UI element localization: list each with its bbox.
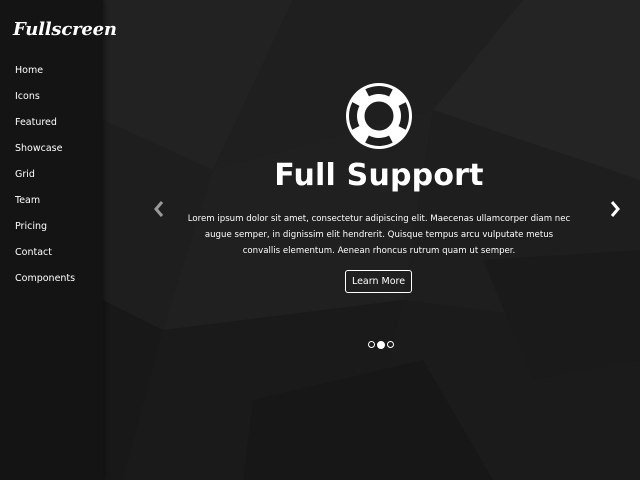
sidebar-item-components[interactable]: Components: [0, 266, 103, 292]
brand-logo[interactable]: Fullscreen: [13, 19, 117, 40]
carousel-dot-3[interactable]: [387, 341, 394, 348]
sidebar-item-icons[interactable]: Icons: [0, 84, 103, 110]
carousel-dot-2[interactable]: [377, 340, 385, 349]
slide-description: Lorem ipsum dolor sit amet, consectetur …: [187, 214, 571, 256]
learn-more-button[interactable]: Learn More: [345, 270, 412, 293]
chevron-right-icon[interactable]: [607, 199, 623, 219]
carousel-dot-1[interactable]: [368, 341, 375, 348]
sidebar-item-team[interactable]: Team: [0, 188, 103, 214]
sidebar-item-contact[interactable]: Contact: [0, 240, 103, 266]
sidebar-item-featured[interactable]: Featured: [0, 110, 103, 136]
hero-carousel: Full Support Lorem ipsum dolor sit amet,…: [103, 0, 640, 480]
life-ring-icon: [346, 83, 412, 149]
sidebar: Fullscreen Home Icons Featured Showcase …: [0, 0, 117, 480]
slide-title: Full Support: [274, 158, 484, 193]
sidebar-item-grid[interactable]: Grid: [0, 162, 103, 188]
sidebar-item-pricing[interactable]: Pricing: [0, 214, 103, 240]
sidebar-item-showcase[interactable]: Showcase: [0, 136, 103, 162]
chevron-left-icon[interactable]: [151, 199, 167, 219]
sidebar-nav: Home Icons Featured Showcase Grid Team P…: [0, 58, 103, 292]
page: Fullscreen Home Icons Featured Showcase …: [0, 0, 640, 480]
sidebar-item-home[interactable]: Home: [0, 58, 103, 84]
